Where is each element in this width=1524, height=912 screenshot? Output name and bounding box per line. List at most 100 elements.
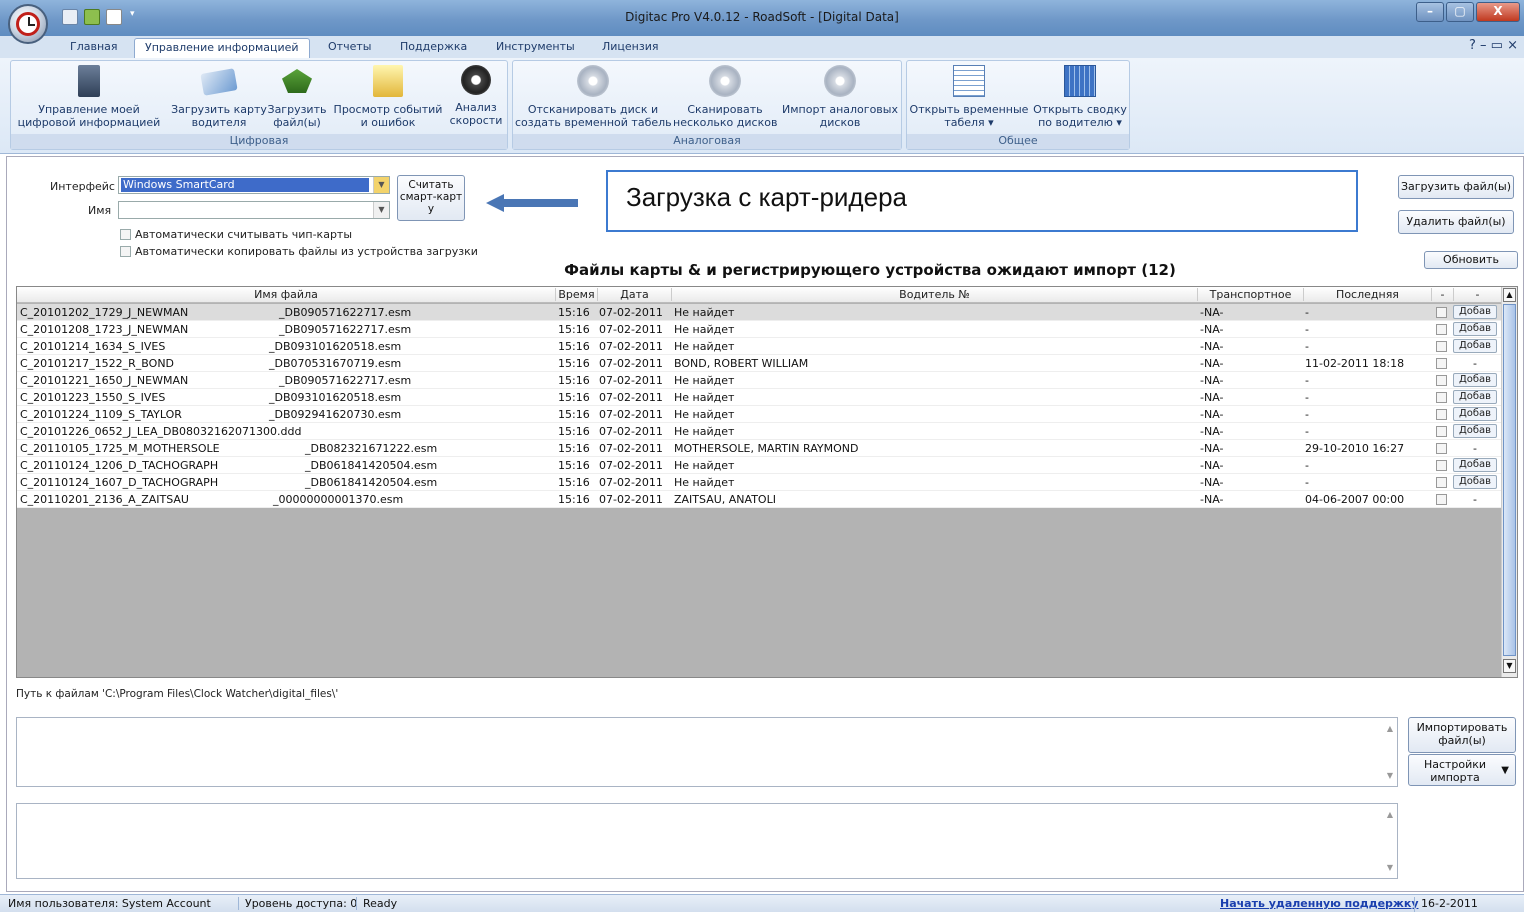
- col-date[interactable]: Дата: [597, 288, 671, 301]
- table-row[interactable]: C_20101224_1109_S_TAYLOR _DB092941620730.…: [17, 406, 1501, 423]
- auto-copy-checkbox[interactable]: [120, 246, 131, 257]
- scroll-up-icon[interactable]: ▲: [1387, 810, 1393, 819]
- scan-disc-button[interactable]: Отсканировать диск и создать временной т…: [515, 65, 672, 129]
- row-checkbox[interactable]: [1436, 358, 1447, 369]
- row-add-button[interactable]: Добав: [1453, 322, 1497, 336]
- table-row[interactable]: C_20110201_2136_A_ZAITSAU _00000000001370…: [17, 491, 1501, 508]
- scan-multiple-discs-button[interactable]: Сканировать несколько дисков: [673, 65, 777, 129]
- name-select[interactable]: ▼: [118, 201, 390, 219]
- scroll-down-icon[interactable]: ▼: [1387, 771, 1393, 780]
- cell-file: C_20110124_1206_D_TACHOGRAPH: [20, 459, 219, 472]
- remote-support-link[interactable]: Начать удаленную поддержку: [1220, 897, 1419, 910]
- minimize-button[interactable]: –: [1416, 2, 1444, 22]
- row-checkbox[interactable]: [1436, 375, 1447, 386]
- col-vehicle[interactable]: Транспортное: [1197, 288, 1303, 301]
- row-add-button[interactable]: Добав: [1453, 407, 1497, 421]
- row-checkbox[interactable]: [1436, 409, 1447, 420]
- row-add-button[interactable]: Добав: [1453, 305, 1497, 319]
- row-add-button[interactable]: Добав: [1453, 475, 1497, 489]
- files-grid[interactable]: Имя файла Время Дата Водитель № Транспор…: [16, 286, 1518, 678]
- col-last[interactable]: Последняя: [1303, 288, 1431, 301]
- upload-driver-card-button[interactable]: Загрузить карту водителя: [171, 65, 267, 129]
- col-driver[interactable]: Водитель №: [671, 288, 1197, 301]
- table-row[interactable]: C_20101221_1650_J_NEWMAN _DB090571622717.…: [17, 372, 1501, 389]
- import-files-button[interactable]: Импортировать файл(ы): [1408, 717, 1516, 753]
- upload-files-button[interactable]: Загрузить файл(ы): [267, 65, 327, 129]
- scroll-down-icon[interactable]: ▼: [1387, 863, 1393, 872]
- tab-info-management[interactable]: Управление информацией: [134, 38, 310, 58]
- help-and-window-icons[interactable]: ? – ▭ ×: [1469, 38, 1518, 53]
- cell-date: 07-02-2011: [599, 374, 663, 387]
- row-checkbox[interactable]: [1436, 324, 1447, 335]
- cell-suffix: _DB090571622717.esm: [279, 306, 412, 319]
- row-checkbox[interactable]: [1436, 494, 1447, 505]
- cell-date: 07-02-2011: [599, 442, 663, 455]
- col-time[interactable]: Время: [555, 288, 597, 301]
- table-row[interactable]: C_20110105_1725_M_MOTHERSOLE _DB082321671…: [17, 440, 1501, 457]
- table-row[interactable]: C_20101208_1723_J_NEWMAN _DB090571622717.…: [17, 321, 1501, 338]
- menu-tabs: Главная Управление информацией Отчеты По…: [0, 36, 1524, 58]
- row-add-button[interactable]: Добав: [1453, 390, 1497, 404]
- interface-select[interactable]: Windows SmartCard ▼: [118, 176, 390, 194]
- maximize-button[interactable]: ▢: [1446, 2, 1474, 22]
- row-checkbox[interactable]: [1436, 341, 1447, 352]
- tab-support[interactable]: Поддержка: [390, 38, 477, 58]
- cell-last: -: [1305, 408, 1309, 421]
- scroll-thumb[interactable]: [1503, 304, 1516, 656]
- table-row[interactable]: C_20110124_1206_D_TACHOGRAPH _DB061841420…: [17, 457, 1501, 474]
- tab-home[interactable]: Главная: [60, 38, 128, 58]
- document-icon[interactable]: [106, 9, 122, 25]
- col-add[interactable]: -: [1453, 288, 1501, 301]
- col-filename[interactable]: Имя файла: [17, 288, 555, 301]
- speed-analysis-button[interactable]: Анализ скорости: [447, 65, 505, 127]
- scroll-up-icon[interactable]: ▲: [1503, 288, 1516, 302]
- delete-files-button[interactable]: Удалить файл(ы): [1398, 210, 1514, 234]
- tab-tools[interactable]: Инструменты: [486, 38, 585, 58]
- import-analog-discs-button[interactable]: Импорт аналоговых дисков: [779, 65, 901, 129]
- save-icon[interactable]: [62, 9, 78, 25]
- view-events-button[interactable]: Просмотр событий и ошибок: [331, 65, 445, 129]
- app-menu-orb[interactable]: [8, 4, 48, 44]
- qa-dropdown-icon[interactable]: ▾: [130, 9, 135, 19]
- read-smartcard-button[interactable]: Считать смарт-карт у: [397, 175, 465, 221]
- table-row[interactable]: C_20101214_1634_S_IVES _DB093101620518.es…: [17, 338, 1501, 355]
- open-driver-summary-button[interactable]: Открыть сводку по водителю ▾: [1031, 65, 1129, 129]
- scroll-down-icon[interactable]: ▼: [1503, 659, 1516, 673]
- table-row[interactable]: C_20110124_1607_D_TACHOGRAPH _DB061841420…: [17, 474, 1501, 491]
- tab-license[interactable]: Лицензия: [592, 38, 668, 58]
- load-icon[interactable]: [84, 9, 100, 25]
- import-settings-button[interactable]: Настройки импорта ▼: [1408, 754, 1516, 786]
- cell-file: C_20101214_1634_S_IVES: [20, 340, 166, 353]
- row-add-button[interactable]: Добав: [1453, 458, 1497, 472]
- upload-files-side-button[interactable]: Загрузить файл(ы): [1398, 175, 1514, 199]
- row-add-button[interactable]: Добав: [1453, 424, 1497, 438]
- close-button[interactable]: X: [1476, 2, 1520, 22]
- table-row[interactable]: C_20101223_1550_S_IVES _DB093101620518.es…: [17, 389, 1501, 406]
- open-timesheets-button[interactable]: Открыть временные табеля ▾: [909, 65, 1029, 129]
- cell-file: C_20110124_1607_D_TACHOGRAPH: [20, 476, 219, 489]
- row-add-button[interactable]: Добав: [1453, 373, 1497, 387]
- cell-driver: Не найдет: [674, 425, 735, 438]
- row-checkbox[interactable]: [1436, 426, 1447, 437]
- row-checkbox[interactable]: [1436, 477, 1447, 488]
- row-checkbox[interactable]: [1436, 392, 1447, 403]
- table-row[interactable]: C_20101217_1522_R_BOND _DB070531670719.es…: [17, 355, 1501, 372]
- scroll-up-icon[interactable]: ▲: [1387, 724, 1393, 733]
- row-checkbox[interactable]: [1436, 460, 1447, 471]
- grid-scrollbar[interactable]: ▲ ▼: [1501, 287, 1517, 677]
- auto-read-checkbox[interactable]: [120, 229, 131, 240]
- chevron-down-icon[interactable]: ▼: [373, 177, 389, 193]
- table-row[interactable]: C_20101202_1729_J_NEWMAN _DB090571622717.…: [17, 304, 1501, 321]
- cell-vehicle: -NA-: [1200, 425, 1224, 438]
- messages-area[interactable]: ▲ ▼: [16, 803, 1398, 879]
- row-checkbox[interactable]: [1436, 443, 1447, 454]
- chevron-down-icon[interactable]: ▼: [373, 202, 389, 218]
- col-check[interactable]: -: [1431, 288, 1453, 301]
- grid-title: Файлы карты & и регистрирующего устройст…: [564, 261, 1176, 279]
- table-row[interactable]: C_20101226_0652_J_LEA_DB08032162071300.d…: [17, 423, 1501, 440]
- row-add-button[interactable]: Добав: [1453, 339, 1497, 353]
- manage-digital-info-button[interactable]: Управление моей цифровой информацией: [11, 65, 167, 129]
- import-log-area[interactable]: ▲ ▼: [16, 717, 1398, 787]
- tab-reports[interactable]: Отчеты: [318, 38, 381, 58]
- row-checkbox[interactable]: [1436, 307, 1447, 318]
